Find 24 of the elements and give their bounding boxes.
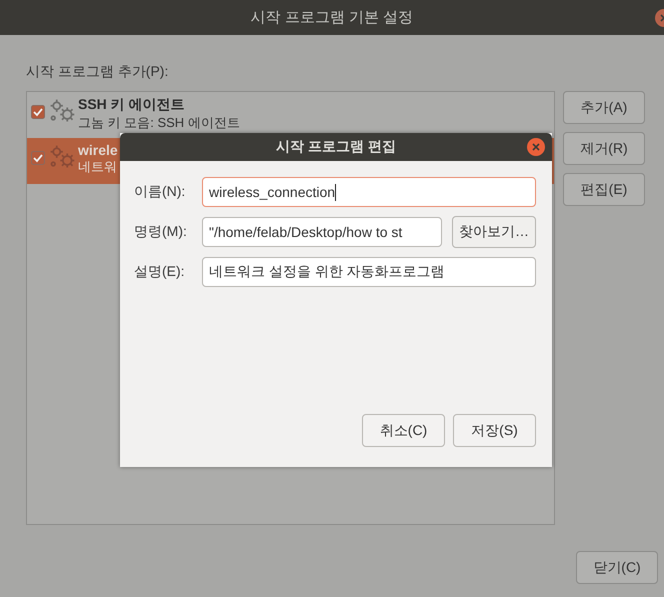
browse-button[interactable]: 찾아보기… (452, 216, 536, 248)
side-button[interactable]: 제거(R) (563, 132, 645, 165)
dialog-button[interactable]: 저장(S) (453, 414, 536, 447)
side-button[interactable]: 편집(E) (563, 173, 645, 206)
program-name: wirele (78, 142, 118, 158)
checkbox[interactable] (31, 151, 45, 165)
field-label: 이름(N): (134, 183, 186, 201)
field-label: 명령(M): (134, 223, 188, 241)
close-icon[interactable] (526, 137, 546, 157)
dialog-title: 시작 프로그램 편집 (276, 138, 396, 156)
checkbox[interactable] (31, 105, 45, 119)
list-label: 시작 프로그램 추가(P): (26, 63, 170, 81)
program-description: 그놈 키 모음: SSH 에이전트 (78, 114, 240, 132)
program-description: 네트워 (78, 158, 118, 176)
program-row[interactable]: SSH 키 에이전트 그놈 키 모음: SSH 에이전트 (27, 92, 554, 138)
side-button[interactable]: 추가(A) (563, 91, 645, 124)
input-field[interactable]: wireless_connection (202, 177, 536, 207)
dialog-button[interactable]: 취소(C) (362, 414, 445, 447)
window-title: 시작 프로그램 기본 설정 (250, 8, 414, 27)
field-label: 설명(E): (134, 263, 186, 281)
input-field[interactable]: "/home/felab/Desktop/how to st (202, 217, 442, 247)
program-name: SSH 키 에이전트 (78, 96, 186, 114)
close-button[interactable]: 닫기(C) (576, 551, 658, 584)
input-field[interactable]: 네트워크 설정을 위한 자동화프로그램 (202, 257, 536, 287)
